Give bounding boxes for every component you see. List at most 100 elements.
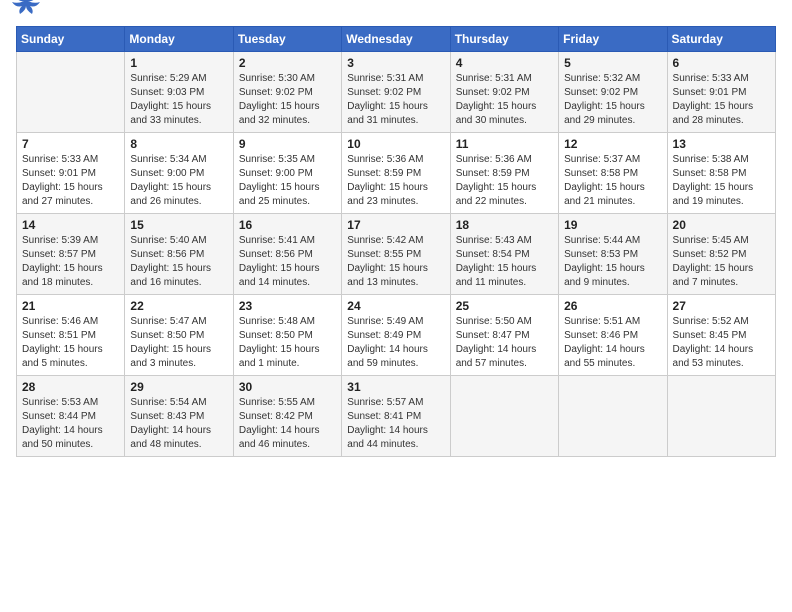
calendar-day-cell: 30Sunrise: 5:55 AM Sunset: 8:42 PM Dayli… xyxy=(233,376,341,457)
calendar-day-cell: 2 Sunrise: 5:30 AM Sunset: 9:02 PM Daylig… xyxy=(233,52,341,133)
day-number: 29 xyxy=(130,380,227,394)
day-info: Sunrise: 5:45 AM Sunset: 8:52 PM Dayligh… xyxy=(673,234,770,290)
day-of-week-header: Monday xyxy=(125,27,233,52)
day-info: Sunrise: 5:57 AM Sunset: 8:41 PM Dayligh… xyxy=(347,396,444,452)
day-of-week-header: Tuesday xyxy=(233,27,341,52)
day-number: 11 xyxy=(456,137,553,151)
day-number: 22 xyxy=(130,299,227,313)
calendar-day-cell: 6Sunrise: 5:33 AM Sunset: 9:01 PM Daylig… xyxy=(667,52,775,133)
calendar-day-cell xyxy=(559,376,667,457)
day-number: 3 xyxy=(347,56,444,70)
day-info: Sunrise: 5:42 AM Sunset: 8:55 PM Dayligh… xyxy=(347,234,444,290)
day-number: 17 xyxy=(347,218,444,232)
calendar-day-cell: 10 Sunrise: 5:36 AM Sunset: 8:59 PM Dayli… xyxy=(342,133,450,214)
calendar-day-cell xyxy=(450,376,558,457)
day-number: 27 xyxy=(673,299,770,313)
day-info: Sunrise: 5:55 AM Sunset: 8:42 PM Dayligh… xyxy=(239,396,336,452)
calendar-day-cell: 9 Sunrise: 5:35 AM Sunset: 9:00 PM Daylig… xyxy=(233,133,341,214)
day-number: 31 xyxy=(347,380,444,394)
day-info: Sunrise: 5:48 AM Sunset: 8:50 PM Dayligh… xyxy=(239,315,336,371)
calendar-week-row: 14 Sunrise: 5:39 AM Sunset: 8:57 PM Dayli… xyxy=(17,214,776,295)
day-number: 4 xyxy=(456,56,553,70)
day-number: 24 xyxy=(347,299,444,313)
day-info: Sunrise: 5:34 AM Sunset: 9:00 PM Dayligh… xyxy=(130,153,227,209)
day-info: Sunrise: 5:37 AM Sunset: 8:58 PM Dayligh… xyxy=(564,153,661,209)
day-number: 19 xyxy=(564,218,661,232)
calendar-day-cell: 11 Sunrise: 5:36 AM Sunset: 8:59 PM Dayli… xyxy=(450,133,558,214)
calendar-day-cell: 12 Sunrise: 5:37 AM Sunset: 8:58 PM Dayli… xyxy=(559,133,667,214)
calendar-day-cell: 13 Sunrise: 5:38 AM Sunset: 8:58 PM Dayli… xyxy=(667,133,775,214)
calendar-day-cell xyxy=(17,52,125,133)
day-info: Sunrise: 5:51 AM Sunset: 8:46 PM Dayligh… xyxy=(564,315,661,371)
calendar-day-cell: 23 Sunrise: 5:48 AM Sunset: 8:50 PM Dayli… xyxy=(233,295,341,376)
day-number: 10 xyxy=(347,137,444,151)
day-info: Sunrise: 5:50 AM Sunset: 8:47 PM Dayligh… xyxy=(456,315,553,371)
day-info: Sunrise: 5:43 AM Sunset: 8:54 PM Dayligh… xyxy=(456,234,553,290)
calendar-day-cell: 15 Sunrise: 5:40 AM Sunset: 8:56 PM Dayli… xyxy=(125,214,233,295)
day-info: Sunrise: 5:49 AM Sunset: 8:49 PM Dayligh… xyxy=(347,315,444,371)
day-info: Sunrise: 5:46 AM Sunset: 8:51 PM Dayligh… xyxy=(22,315,119,371)
day-info: Sunrise: 5:39 AM Sunset: 8:57 PM Dayligh… xyxy=(22,234,119,290)
calendar-day-cell: 21 Sunrise: 5:46 AM Sunset: 8:51 PM Dayli… xyxy=(17,295,125,376)
calendar-day-cell: 19 Sunrise: 5:44 AM Sunset: 8:53 PM Dayli… xyxy=(559,214,667,295)
day-info: Sunrise: 5:33 AM Sunset: 9:01 PM Dayligh… xyxy=(22,153,119,209)
calendar-day-cell: 26 Sunrise: 5:51 AM Sunset: 8:46 PM Dayli… xyxy=(559,295,667,376)
day-info: Sunrise: 5:30 AM Sunset: 9:02 PM Dayligh… xyxy=(239,72,336,128)
day-of-week-header: Saturday xyxy=(667,27,775,52)
day-info: Sunrise: 5:31 AM Sunset: 9:02 PM Dayligh… xyxy=(456,72,553,128)
calendar-week-row: 7 Sunrise: 5:33 AM Sunset: 9:01 PM Daylig… xyxy=(17,133,776,214)
day-info: Sunrise: 5:36 AM Sunset: 8:59 PM Dayligh… xyxy=(456,153,553,209)
calendar-day-cell: 27 Sunrise: 5:52 AM Sunset: 8:45 PM Dayli… xyxy=(667,295,775,376)
day-info: Sunrise: 5:52 AM Sunset: 8:45 PM Dayligh… xyxy=(673,315,770,371)
calendar-day-cell: 24 Sunrise: 5:49 AM Sunset: 8:49 PM Dayli… xyxy=(342,295,450,376)
calendar-header-row: SundayMondayTuesdayWednesdayThursdayFrid… xyxy=(17,27,776,52)
day-number: 21 xyxy=(22,299,119,313)
calendar-day-cell: 28 Sunrise: 5:53 AM Sunset: 8:44 PM Dayli… xyxy=(17,376,125,457)
calendar-day-cell xyxy=(667,376,775,457)
calendar-day-cell: 3 Sunrise: 5:31 AM Sunset: 9:02 PM Daylig… xyxy=(342,52,450,133)
day-number: 25 xyxy=(456,299,553,313)
day-number: 23 xyxy=(239,299,336,313)
day-info: Sunrise: 5:36 AM Sunset: 8:59 PM Dayligh… xyxy=(347,153,444,209)
calendar-day-cell: 16 Sunrise: 5:41 AM Sunset: 8:56 PM Dayli… xyxy=(233,214,341,295)
day-info: Sunrise: 5:41 AM Sunset: 8:56 PM Dayligh… xyxy=(239,234,336,290)
day-number: 2 xyxy=(239,56,336,70)
calendar-day-cell: 25 Sunrise: 5:50 AM Sunset: 8:47 PM Dayli… xyxy=(450,295,558,376)
day-number: 18 xyxy=(456,218,553,232)
calendar-day-cell: 17 Sunrise: 5:42 AM Sunset: 8:55 PM Dayli… xyxy=(342,214,450,295)
calendar-day-cell: 29Sunrise: 5:54 AM Sunset: 8:43 PM Dayli… xyxy=(125,376,233,457)
day-number: 7 xyxy=(22,137,119,151)
day-number: 14 xyxy=(22,218,119,232)
calendar-day-cell: 18 Sunrise: 5:43 AM Sunset: 8:54 PM Dayli… xyxy=(450,214,558,295)
calendar-day-cell: 7 Sunrise: 5:33 AM Sunset: 9:01 PM Daylig… xyxy=(17,133,125,214)
day-info: Sunrise: 5:35 AM Sunset: 9:00 PM Dayligh… xyxy=(239,153,336,209)
day-number: 8 xyxy=(130,137,227,151)
calendar-week-row: 21 Sunrise: 5:46 AM Sunset: 8:51 PM Dayli… xyxy=(17,295,776,376)
day-of-week-header: Thursday xyxy=(450,27,558,52)
day-number: 16 xyxy=(239,218,336,232)
day-number: 15 xyxy=(130,218,227,232)
day-number: 12 xyxy=(564,137,661,151)
day-info: Sunrise: 5:31 AM Sunset: 9:02 PM Dayligh… xyxy=(347,72,444,128)
day-of-week-header: Friday xyxy=(559,27,667,52)
day-info: Sunrise: 5:40 AM Sunset: 8:56 PM Dayligh… xyxy=(130,234,227,290)
calendar-day-cell: 22Sunrise: 5:47 AM Sunset: 8:50 PM Dayli… xyxy=(125,295,233,376)
day-of-week-header: Wednesday xyxy=(342,27,450,52)
day-info: Sunrise: 5:53 AM Sunset: 8:44 PM Dayligh… xyxy=(22,396,119,452)
calendar-day-cell: 31 Sunrise: 5:57 AM Sunset: 8:41 PM Dayli… xyxy=(342,376,450,457)
calendar-day-cell: 1 Sunrise: 5:29 AM Sunset: 9:03 PM Daylig… xyxy=(125,52,233,133)
day-info: Sunrise: 5:44 AM Sunset: 8:53 PM Dayligh… xyxy=(564,234,661,290)
day-number: 26 xyxy=(564,299,661,313)
day-number: 20 xyxy=(673,218,770,232)
calendar-day-cell: 4 Sunrise: 5:31 AM Sunset: 9:02 PM Daylig… xyxy=(450,52,558,133)
logo xyxy=(16,16,40,18)
day-number: 28 xyxy=(22,380,119,394)
day-number: 9 xyxy=(239,137,336,151)
day-info: Sunrise: 5:29 AM Sunset: 9:03 PM Dayligh… xyxy=(130,72,227,128)
day-number: 13 xyxy=(673,137,770,151)
calendar-table: SundayMondayTuesdayWednesdayThursdayFrid… xyxy=(16,26,776,457)
calendar-week-row: 1 Sunrise: 5:29 AM Sunset: 9:03 PM Daylig… xyxy=(17,52,776,133)
day-number: 1 xyxy=(130,56,227,70)
day-info: Sunrise: 5:32 AM Sunset: 9:02 PM Dayligh… xyxy=(564,72,661,128)
day-info: Sunrise: 5:38 AM Sunset: 8:58 PM Dayligh… xyxy=(673,153,770,209)
